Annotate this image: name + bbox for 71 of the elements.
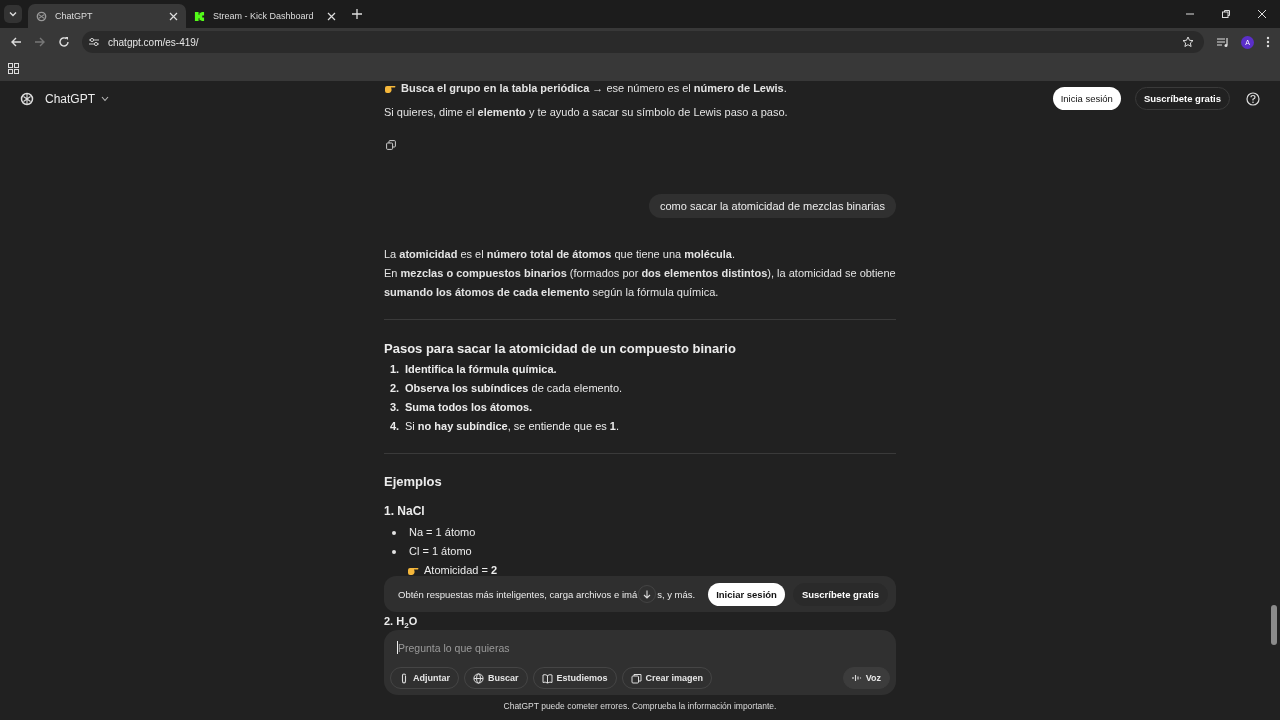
reload-icon[interactable] [58, 36, 70, 48]
scrollbar-thumb[interactable] [1271, 605, 1277, 645]
tool-button[interactable]: Buscar [464, 667, 528, 689]
message-input[interactable]: Pregunta lo que quieras [398, 641, 890, 654]
list-item: Identifica la fórmula química. [405, 362, 557, 377]
chevron-down-icon [8, 9, 18, 19]
site-settings-icon[interactable] [88, 37, 100, 47]
browser-tab[interactable]: Stream - Kick Dashboard [186, 4, 344, 28]
copy-icon[interactable] [386, 140, 396, 150]
close-icon[interactable] [327, 11, 336, 21]
paragraph: En mezclas o compuestos binarios (formados por dos elementos distintos), la atomicidad se obtiene sumando los átomos de cada elemento según la fórmula química. [384, 266, 896, 300]
tab-title: Stream - Kick Dashboard [213, 11, 315, 21]
banner-text: Obtén respuestas más inteligentes, carga archivos e imá [398, 588, 638, 600]
forward-icon[interactable] [34, 36, 46, 48]
disclaimer-text: ChatGPT puede cometer errores. Comprueba la información importante. [503, 701, 777, 711]
k-logo-icon [194, 10, 205, 22]
close-icon[interactable] [169, 11, 178, 21]
signup-button[interactable]: Suscríbete gratis [792, 582, 888, 606]
user-message: como sacar la atomicidad de mezclas binarias [649, 194, 896, 218]
login-button[interactable]: Iniciar sesión [708, 582, 785, 606]
list-item: Cl = 1 átomo [409, 544, 472, 559]
tab-title: ChatGPT [55, 11, 94, 21]
login-button[interactable]: Inicia sesión [1052, 87, 1121, 110]
section-heading: Ejemplos [384, 473, 443, 491]
chevron-down-icon[interactable] [101, 95, 109, 102]
paragraph: La atomicidad es el número total de átomos que tiene una molécula. [384, 247, 735, 262]
restore-icon[interactable] [1221, 9, 1231, 19]
help-icon[interactable] [1246, 91, 1260, 106]
image-icon [630, 672, 642, 684]
result-text: Atomicidad = 2 [424, 563, 498, 578]
knot-icon [36, 10, 47, 22]
list-number: 3. [389, 400, 399, 415]
book-icon [541, 672, 553, 684]
waveform-icon [851, 673, 862, 683]
bullet-icon [392, 549, 396, 554]
list-number: 2. [389, 381, 399, 396]
tool-button[interactable]: Adjuntar [390, 667, 459, 689]
close-icon[interactable] [1257, 9, 1267, 19]
scroll-down-button[interactable] [638, 585, 657, 603]
list-item: Na = 1 átomo [409, 525, 476, 540]
apps-icon[interactable] [8, 63, 19, 74]
address-bar[interactable]: chatgpt.com/es-419/ [82, 31, 1204, 53]
url-text: chatgpt.com/es-419/ [108, 36, 199, 48]
example-heading: 1. NaCl [384, 503, 426, 520]
star-icon[interactable] [1182, 36, 1194, 48]
tab-search-button[interactable] [4, 5, 22, 23]
signup-button[interactable]: Suscríbete gratis [1134, 87, 1230, 110]
paperclip-icon [399, 672, 409, 684]
list-number: 4. [389, 419, 399, 434]
banner-text: s, y más. [657, 588, 696, 600]
tool-button[interactable]: Estudiemos [532, 667, 617, 689]
bullet-icon [392, 530, 396, 535]
list-number: 1. [389, 362, 399, 377]
more-icon[interactable] [1266, 36, 1270, 48]
browser-tab[interactable]: ChatGPT [28, 4, 186, 28]
section-heading: Pasos para sacar la atomicidad de un compuesto binario [384, 340, 737, 358]
list-item: Si no hay subíndice, se entiende que es 1. [405, 419, 620, 434]
example-heading: 2. H$_{2}$O [384, 614, 419, 628]
list-item: Observa los subíndices de cada elemento. [405, 381, 623, 396]
arrow-down-icon [643, 589, 652, 599]
model-selector[interactable]: ChatGPT [45, 91, 95, 106]
globe-icon [473, 672, 484, 684]
new-tab-icon[interactable] [352, 9, 362, 19]
tool-button[interactable]: Crear imagen [621, 667, 713, 689]
media-icon[interactable] [1216, 36, 1229, 48]
voice-button[interactable]: Voz [842, 667, 890, 689]
paragraph: Busca el grupo en la tabla periódica → ese número es el número de Lewis. [401, 81, 787, 96]
knot-logo-icon [20, 91, 34, 106]
paragraph: Si quieres, dime el elemento y te ayudo a sacar su símbolo de Lewis paso a paso. [384, 105, 788, 120]
list-item: Suma todos los átomos. [405, 400, 533, 415]
back-icon[interactable] [10, 36, 22, 48]
